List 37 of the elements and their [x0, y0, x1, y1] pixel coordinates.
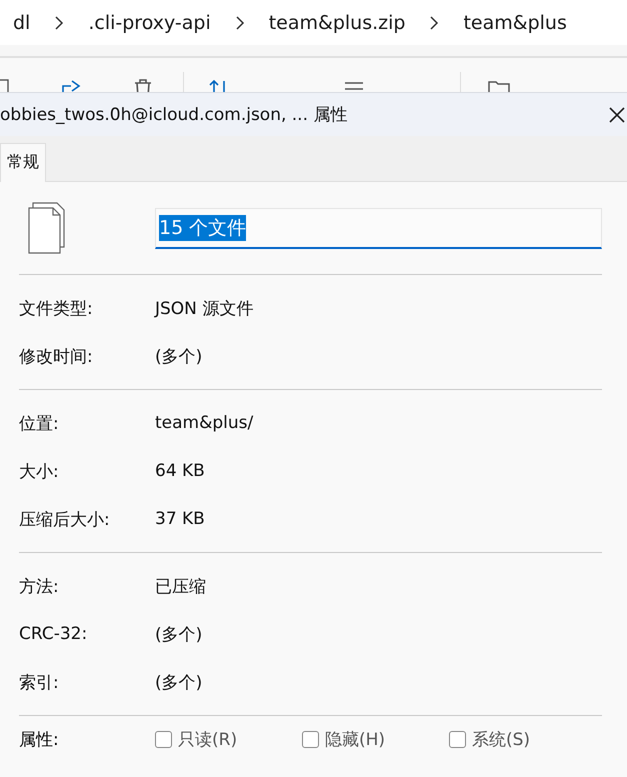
window-title: obbies_twos.0h@icloud.com.json, ... 属性 — [0, 104, 348, 126]
property-value: team&plus/ — [155, 413, 254, 433]
breadcrumb-item[interactable]: team&plus — [463, 12, 567, 34]
property-value: JSON 源文件 — [155, 298, 254, 320]
breadcrumb-item[interactable]: dl — [13, 12, 30, 34]
checkbox[interactable] — [155, 730, 172, 748]
property-label: 压缩后大小: — [19, 508, 111, 530]
property-label: 索引: — [19, 672, 60, 694]
chevron-icon — [429, 16, 440, 30]
checkbox[interactable] — [302, 730, 319, 748]
property-value: 37 KB — [155, 509, 205, 529]
checkbox-label[interactable]: 系统(S) — [472, 728, 530, 750]
checkbox-label[interactable]: 只读(R) — [178, 728, 238, 750]
checkbox[interactable] — [449, 730, 466, 748]
property-label: 属性: — [19, 728, 60, 750]
breadcrumb-item[interactable]: .cli-proxy-api — [88, 12, 211, 34]
tab[interactable]: 常规 — [0, 143, 46, 182]
property-value: 已压缩 — [155, 576, 206, 598]
name-field[interactable]: 15 个文件 — [155, 208, 602, 248]
share-icon[interactable] — [60, 78, 82, 92]
property-label: 修改时间: — [19, 346, 94, 368]
property-label: 文件类型: — [19, 298, 94, 320]
chevron-icon — [234, 16, 245, 30]
property-label: 方法: — [19, 576, 60, 598]
property-value: (多个) — [155, 672, 202, 694]
toolbar-icon[interactable] — [0, 78, 10, 92]
chevron-icon — [54, 16, 64, 30]
property-label: 大小: — [19, 460, 60, 482]
property-value: 64 KB — [155, 461, 205, 481]
checkbox-label[interactable]: 隐藏(H) — [325, 728, 386, 750]
property-value: (多个) — [155, 624, 202, 646]
breadcrumb-item[interactable]: team&plus.zip — [268, 12, 406, 34]
close-button[interactable] — [609, 106, 625, 122]
property-label: CRC-32: — [19, 624, 88, 644]
trash-icon[interactable] — [133, 78, 153, 92]
property-value: (多个) — [155, 346, 202, 368]
property-label: 位置: — [19, 412, 60, 434]
